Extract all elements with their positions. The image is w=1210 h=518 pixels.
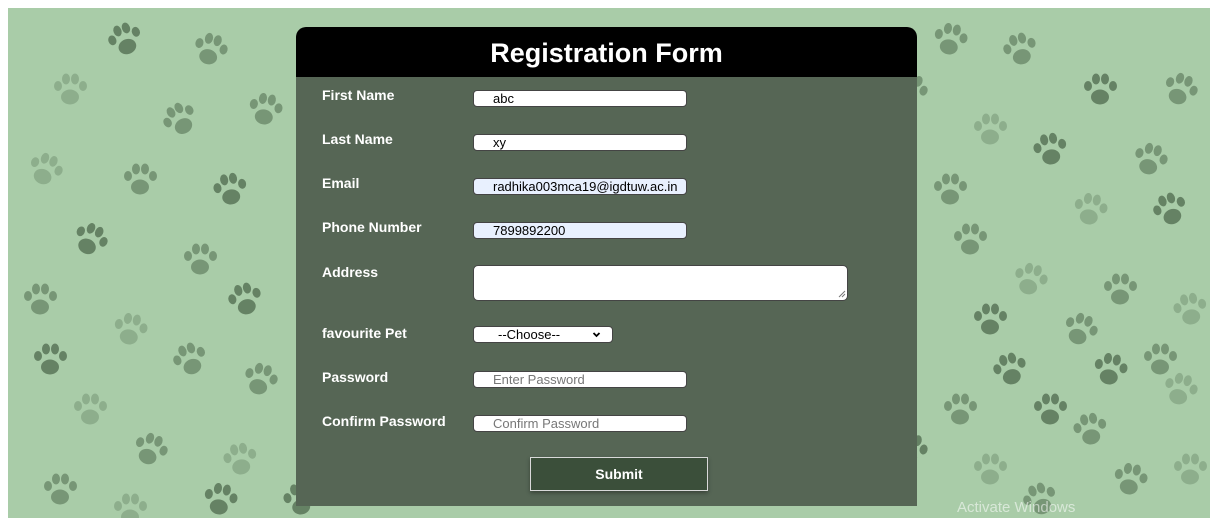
activate-windows-watermark: Activate Windows [957,499,1076,516]
phone-number-label: Phone Number [322,219,422,235]
paw-print-icon [1168,448,1210,492]
paw-print-icon [105,305,156,356]
email-field[interactable] [473,178,687,195]
paw-print-icon [928,168,972,212]
paw-print-icon [1153,363,1207,417]
select-value: --Choose-- [498,327,561,342]
paw-print-icon [1165,285,1210,336]
confirm-password-input[interactable] [473,415,687,432]
email-label: Email [322,175,360,191]
paw-print-icon [122,422,178,478]
paw-print-icon [1028,388,1072,432]
paw-print-icon [233,353,287,407]
paw-print-icon [218,273,272,327]
paw-print-icon [1123,133,1177,187]
paw-print-icon [968,448,1012,492]
paw-print-icon [38,468,82,512]
paw-print-icon [1065,185,1116,236]
form-header: Registration Form [296,27,917,77]
paw-print-icon [1078,68,1122,112]
paw-print-icon [968,298,1012,342]
paw-print-icon [925,15,976,66]
confirm-password-label: Confirm Password [322,413,446,429]
favourite-pet-label: favourite Pet [322,325,407,341]
last-name-input[interactable] [473,134,687,151]
paw-print-icon [162,332,218,388]
paw-print-icon [17,142,73,198]
favourite-pet-select[interactable]: --Choose-- [473,326,613,343]
paw-print-icon [183,23,237,77]
resize-grip-icon[interactable] [837,289,846,298]
paw-print-icon [968,108,1012,152]
paw-print-icon [68,388,112,432]
paw-print-icon [1025,125,1076,176]
paw-print-icon [1098,268,1142,312]
paw-print-icon [178,238,222,282]
password-label: Password [322,369,389,385]
paw-print-icon [1085,345,1136,396]
submit-button[interactable]: Submit [530,457,708,491]
paw-print-icon [993,23,1047,77]
last-name-label: Last Name [322,131,393,147]
paw-print-icon [1152,62,1208,118]
paw-print-icon [61,211,119,269]
address-textarea[interactable] [473,265,848,301]
paw-print-icon [1105,455,1156,506]
paw-print-icon [1142,182,1198,238]
password-input[interactable] [473,371,687,388]
registration-form: Registration Form First Name Last Name E… [296,27,917,506]
paw-print-icon [48,68,92,112]
paw-print-icon [150,90,210,150]
paw-print-icon [938,388,982,432]
paw-print-icon [1065,405,1116,456]
paw-print-icon [97,12,153,68]
paw-print-icon [948,218,992,262]
phone-number-input[interactable] [473,222,687,239]
paw-print-icon [195,475,246,518]
paw-print-icon [240,85,291,136]
form-title: Registration Form [490,38,723,68]
paw-print-icon [205,165,256,216]
paw-print-icon [108,488,152,518]
first-name-label: First Name [322,87,395,103]
first-name-input[interactable] [473,90,687,107]
paw-print-icon [118,158,162,202]
chevron-down-icon [592,327,601,342]
address-label: Address [322,264,379,280]
paw-print-icon [18,278,62,322]
paw-print-icon [28,338,72,382]
